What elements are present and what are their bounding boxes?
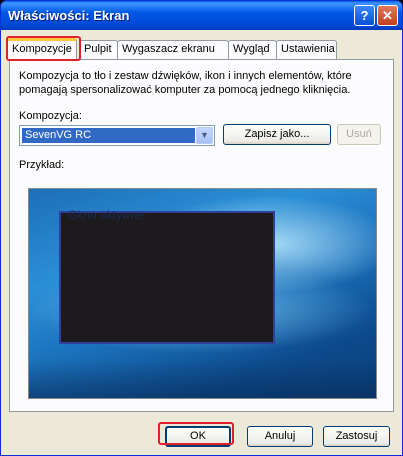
delete-button[interactable]: Usuń [337,124,381,145]
close-icon[interactable]: ✕ [377,5,398,26]
display-properties-window: Właściwości: Ekran ? ✕ Kompozycje Pulpit… [0,0,403,456]
themes-description: Kompozycja to tło i zestaw dźwięków, iko… [19,70,352,96]
tab-desktop[interactable]: Pulpit [79,40,118,59]
cancel-button[interactable]: Anuluj [247,426,313,447]
apply-button[interactable]: Zastosuj [323,426,390,447]
window-title: Właściwości: Ekran [8,8,130,23]
title-bar[interactable]: Właściwości: Ekran ? ✕ [1,1,402,30]
ok-button-highlight [158,422,234,445]
save-as-button[interactable]: Zapisz jako... [223,124,331,145]
tab-appearance[interactable]: Wygląd [228,40,277,59]
tab-screensaver[interactable]: Wygaszacz ekranu [117,40,229,59]
theme-label: Kompozycja: [19,110,82,122]
help-icon[interactable]: ? [354,5,375,26]
theme-dropdown[interactable]: SevenVG RC ▼ [19,125,215,146]
chevron-down-icon[interactable]: ▼ [196,127,213,144]
tab-settings[interactable]: Ustawienia [276,40,337,59]
preview-window-title: Okno aktywne [68,208,145,222]
theme-preview: Okno aktywne [28,188,377,399]
theme-dropdown-value: SevenVG RC [22,128,195,143]
preview-active-window: Okno aktywne [59,208,275,344]
themes-tab-highlight [6,36,81,61]
preview-label: Przykład: [19,159,65,171]
